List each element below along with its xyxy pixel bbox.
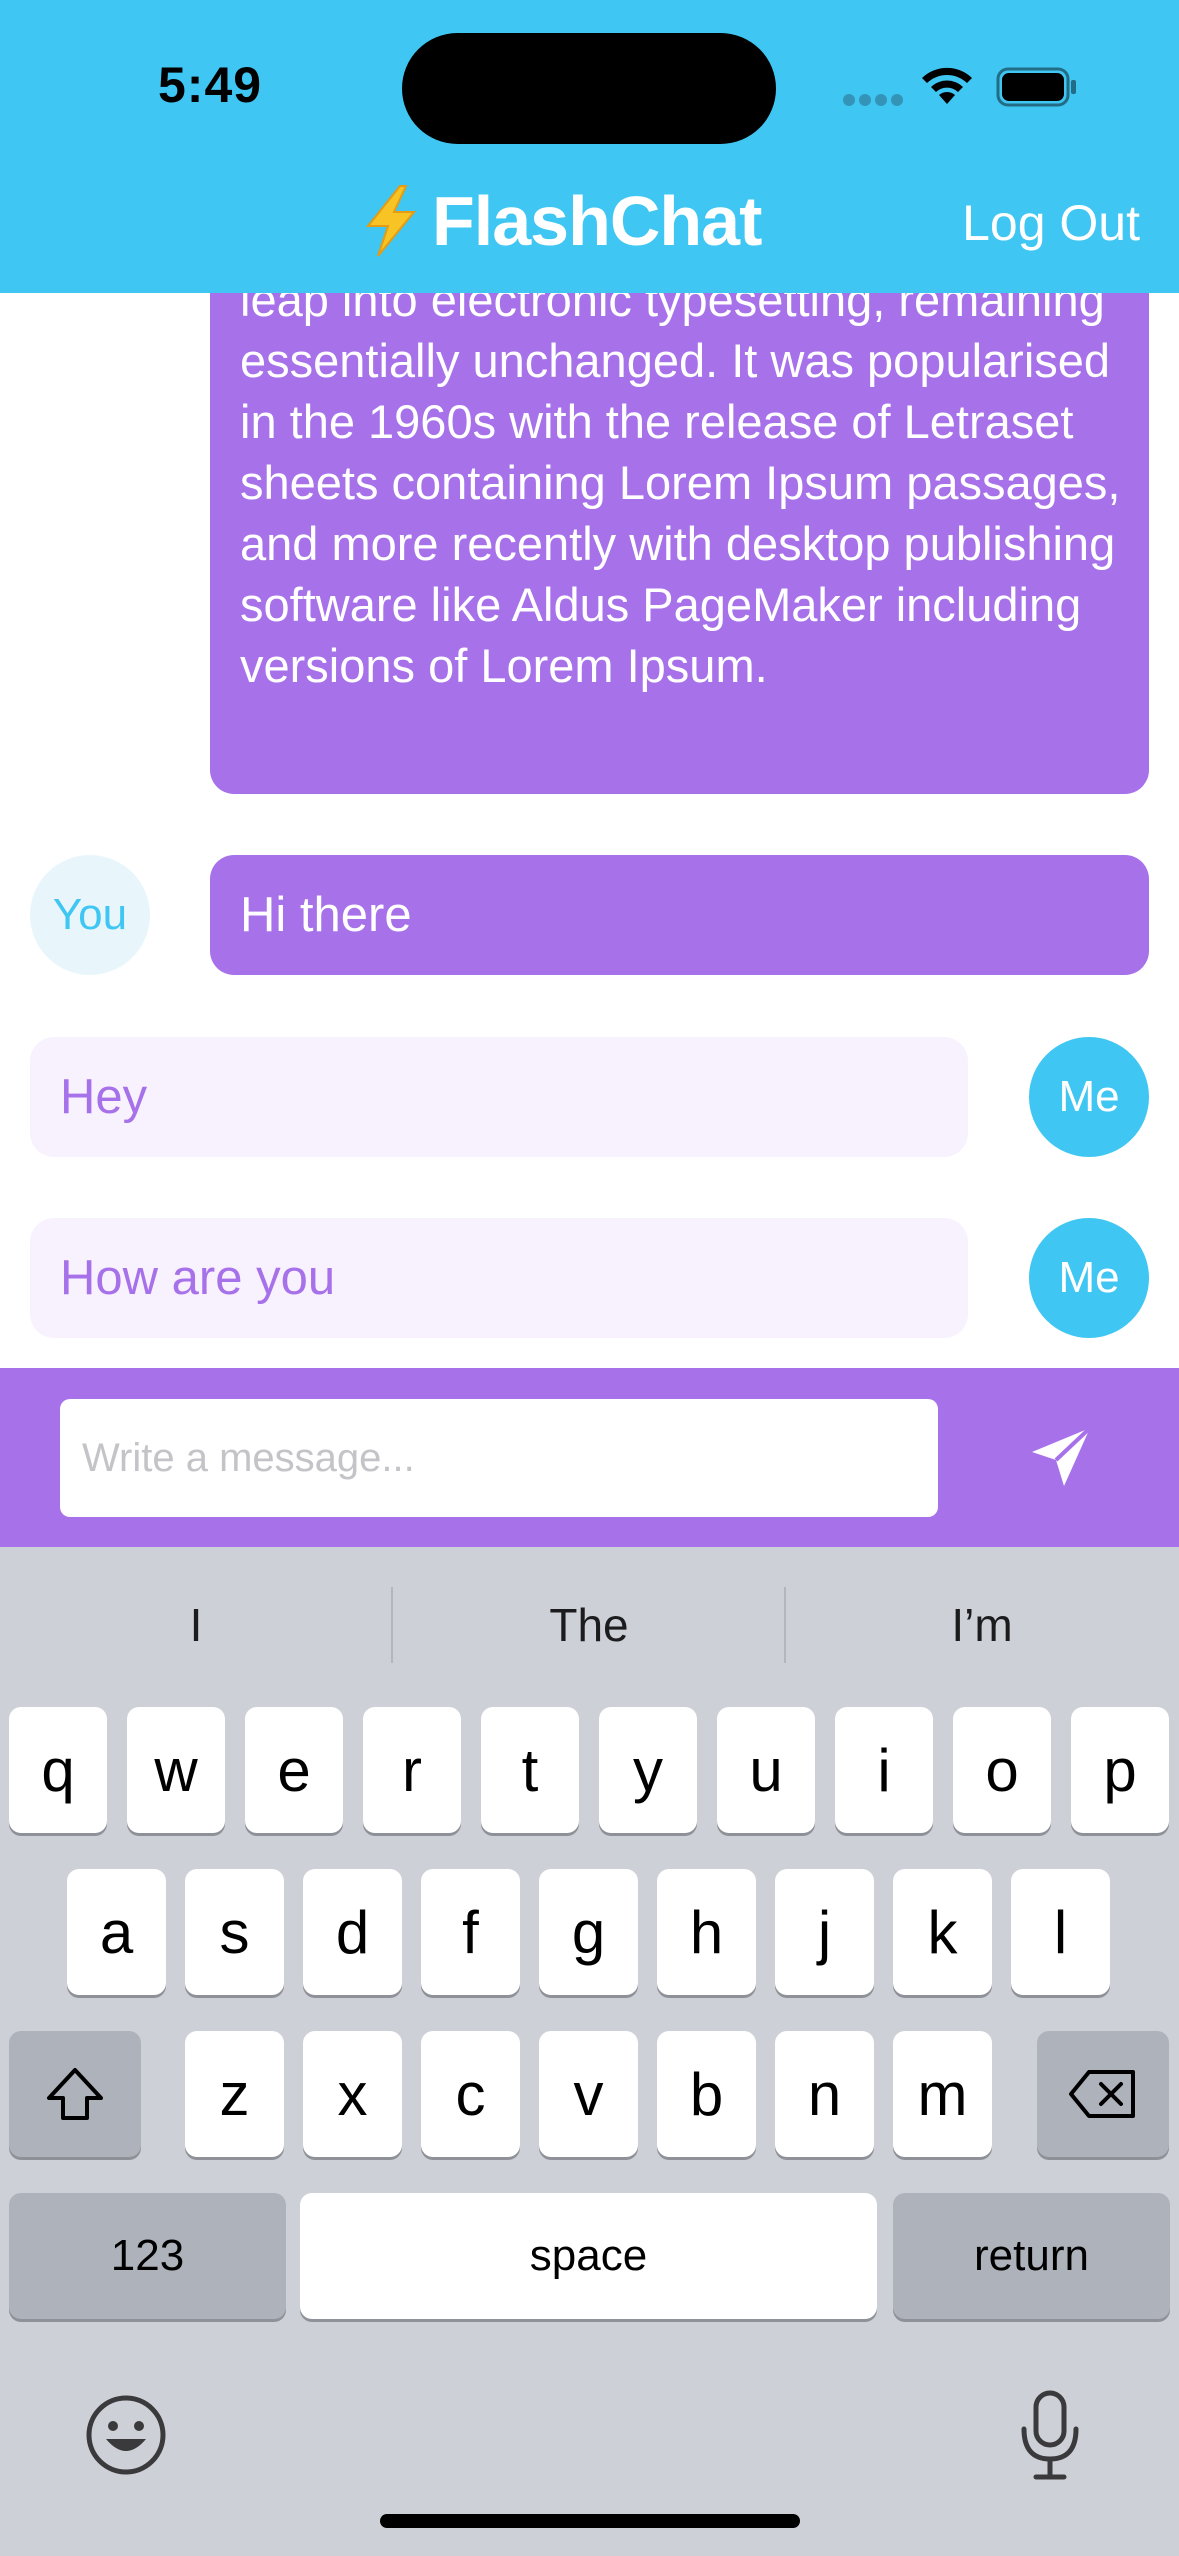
battery-icon — [996, 67, 1076, 107]
shift-key[interactable] — [9, 2031, 141, 2157]
logout-button[interactable]: Log Out — [940, 194, 1140, 258]
status-icons — [843, 62, 1083, 112]
on-screen-keyboard: I The I’m q w e r t y u i o p a s d f g … — [0, 1547, 1179, 2556]
message-list[interactable]: leap into electronic typesetting, remain… — [0, 293, 1179, 1368]
key-i[interactable]: i — [835, 1707, 933, 1833]
key-s[interactable]: s — [185, 1869, 284, 1995]
backspace-icon — [1069, 2070, 1135, 2118]
key-h[interactable]: h — [657, 1869, 756, 1995]
message-bubble-me: How are you — [30, 1218, 968, 1338]
message-bubble-you: leap into electronic typesetting, remain… — [210, 293, 1149, 794]
key-p[interactable]: p — [1071, 1707, 1169, 1833]
key-w[interactable]: w — [127, 1707, 225, 1833]
key-v[interactable]: v — [539, 2031, 638, 2157]
key-z[interactable]: z — [185, 2031, 284, 2157]
key-y[interactable]: y — [599, 1707, 697, 1833]
message-text: Hi there — [240, 888, 412, 942]
microphone-icon[interactable] — [1018, 2389, 1082, 2483]
key-d[interactable]: d — [303, 1869, 402, 1995]
key-c[interactable]: c — [421, 2031, 520, 2157]
avatar-you: You — [30, 855, 150, 975]
key-o[interactable]: o — [953, 1707, 1051, 1833]
key-b[interactable]: b — [657, 2031, 756, 2157]
key-e[interactable]: e — [245, 1707, 343, 1833]
delete-key[interactable] — [1037, 2031, 1169, 2157]
shift-arrow-icon — [47, 2068, 103, 2120]
message-text: How are you — [60, 1251, 336, 1305]
key-r[interactable]: r — [363, 1707, 461, 1833]
key-t[interactable]: t — [481, 1707, 579, 1833]
suggestion-1[interactable]: I — [0, 1585, 392, 1665]
app-title: FlashChat — [360, 176, 840, 266]
key-k[interactable]: k — [893, 1869, 992, 1995]
cellular-signal-icon — [843, 94, 905, 108]
message-input[interactable] — [60, 1399, 938, 1517]
key-f[interactable]: f — [421, 1869, 520, 1995]
wifi-icon — [922, 67, 972, 104]
suggestion-3[interactable]: I’m — [786, 1585, 1178, 1665]
home-indicator[interactable] — [380, 2514, 800, 2528]
lightning-bolt-icon — [365, 185, 417, 257]
key-a[interactable]: a — [67, 1869, 166, 1995]
status-time: 5:49 — [158, 57, 263, 113]
key-u[interactable]: u — [717, 1707, 815, 1833]
key-q[interactable]: q — [9, 1707, 107, 1833]
predictive-text-bar: I The I’m — [0, 1547, 1179, 1702]
message-row-me: How are you Me — [0, 1218, 1179, 1338]
key-l[interactable]: l — [1011, 1869, 1110, 1995]
avatar-me: Me — [1029, 1218, 1149, 1338]
key-x[interactable]: x — [303, 2031, 402, 2157]
numbers-key[interactable]: 123 — [9, 2193, 286, 2319]
message-row-me: Hey Me — [0, 1037, 1179, 1157]
app-title-text: FlashChat — [432, 182, 762, 260]
message-text: leap into electronic typesetting, remain… — [240, 293, 1121, 692]
message-bubble-me: Hey — [30, 1037, 968, 1157]
space-key[interactable]: space — [300, 2193, 877, 2319]
message-text: Hey — [60, 1070, 148, 1124]
message-row-you: You Hi there — [0, 855, 1179, 975]
suggestion-2[interactable]: The — [393, 1585, 785, 1665]
key-n[interactable]: n — [775, 2031, 874, 2157]
message-bubble-you: Hi there — [210, 855, 1149, 975]
message-composer — [0, 1368, 1179, 1547]
paper-plane-icon — [1032, 1426, 1092, 1486]
key-m[interactable]: m — [893, 2031, 992, 2157]
dynamic-island — [402, 33, 776, 144]
return-key[interactable]: return — [893, 2193, 1170, 2319]
app-header: 5:49 FlashChat Log Out — [0, 0, 1179, 293]
key-g[interactable]: g — [539, 1869, 638, 1995]
send-button[interactable] — [1020, 1418, 1100, 1498]
key-j[interactable]: j — [775, 1869, 874, 1995]
emoji-icon[interactable] — [84, 2393, 168, 2477]
avatar-me: Me — [1029, 1037, 1149, 1157]
